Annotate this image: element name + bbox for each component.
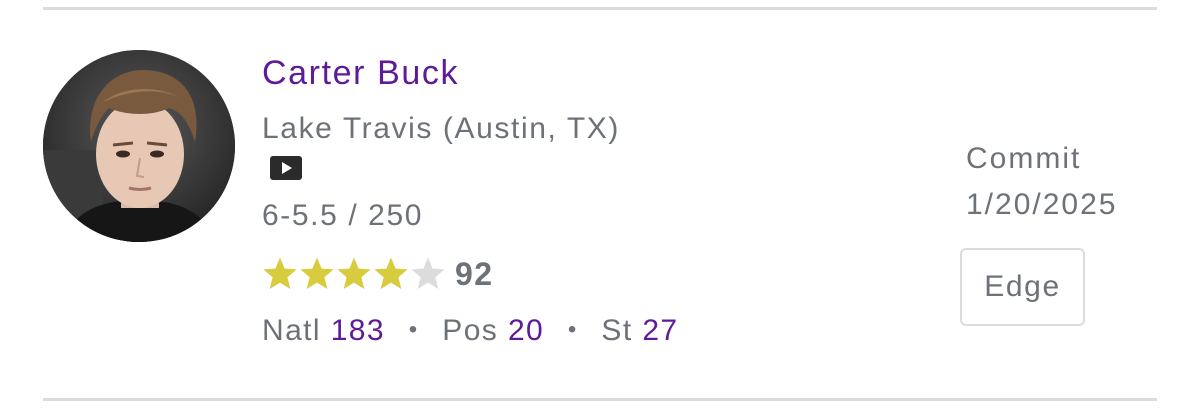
rating-score: 92 (455, 255, 494, 292)
rank-separator: • (567, 316, 578, 343)
school-name: Lake Travis (Austin, TX) (262, 112, 620, 145)
rank-separator: • (408, 316, 419, 343)
player-rating: 92 (262, 252, 494, 296)
state-rank-label: St (601, 314, 633, 347)
bottom-divider (43, 398, 1157, 401)
video-play-icon[interactable] (270, 156, 302, 180)
player-name-link[interactable]: Carter Buck (262, 54, 459, 93)
commit-label: Commit (966, 142, 1082, 175)
player-rankings: Natl 183 • Pos 20 • St 27 (262, 314, 679, 348)
player-avatar[interactable] (43, 50, 235, 242)
state-rank-value[interactable]: 27 (642, 314, 678, 347)
natl-rank-value[interactable]: 183 (331, 314, 385, 347)
top-divider (43, 7, 1157, 10)
star-rating (262, 256, 447, 292)
commit-date: 1/20/2025 (966, 188, 1118, 221)
star-filled-icon (336, 256, 372, 292)
pos-rank-value[interactable]: 20 (508, 314, 544, 347)
natl-rank-label: Natl (262, 314, 321, 347)
star-empty-icon (410, 256, 446, 292)
player-photo (43, 50, 235, 242)
pos-rank-label: Pos (442, 314, 499, 347)
position-button[interactable]: Edge (960, 248, 1085, 326)
player-school: Lake Travis (Austin, TX) (262, 109, 622, 189)
star-filled-icon (373, 256, 409, 292)
player-height-weight: 6-5.5 / 250 (262, 199, 424, 232)
star-filled-icon (299, 256, 335, 292)
commit-status: Commit 1/20/2025 (966, 136, 1117, 228)
star-filled-icon (262, 256, 298, 292)
